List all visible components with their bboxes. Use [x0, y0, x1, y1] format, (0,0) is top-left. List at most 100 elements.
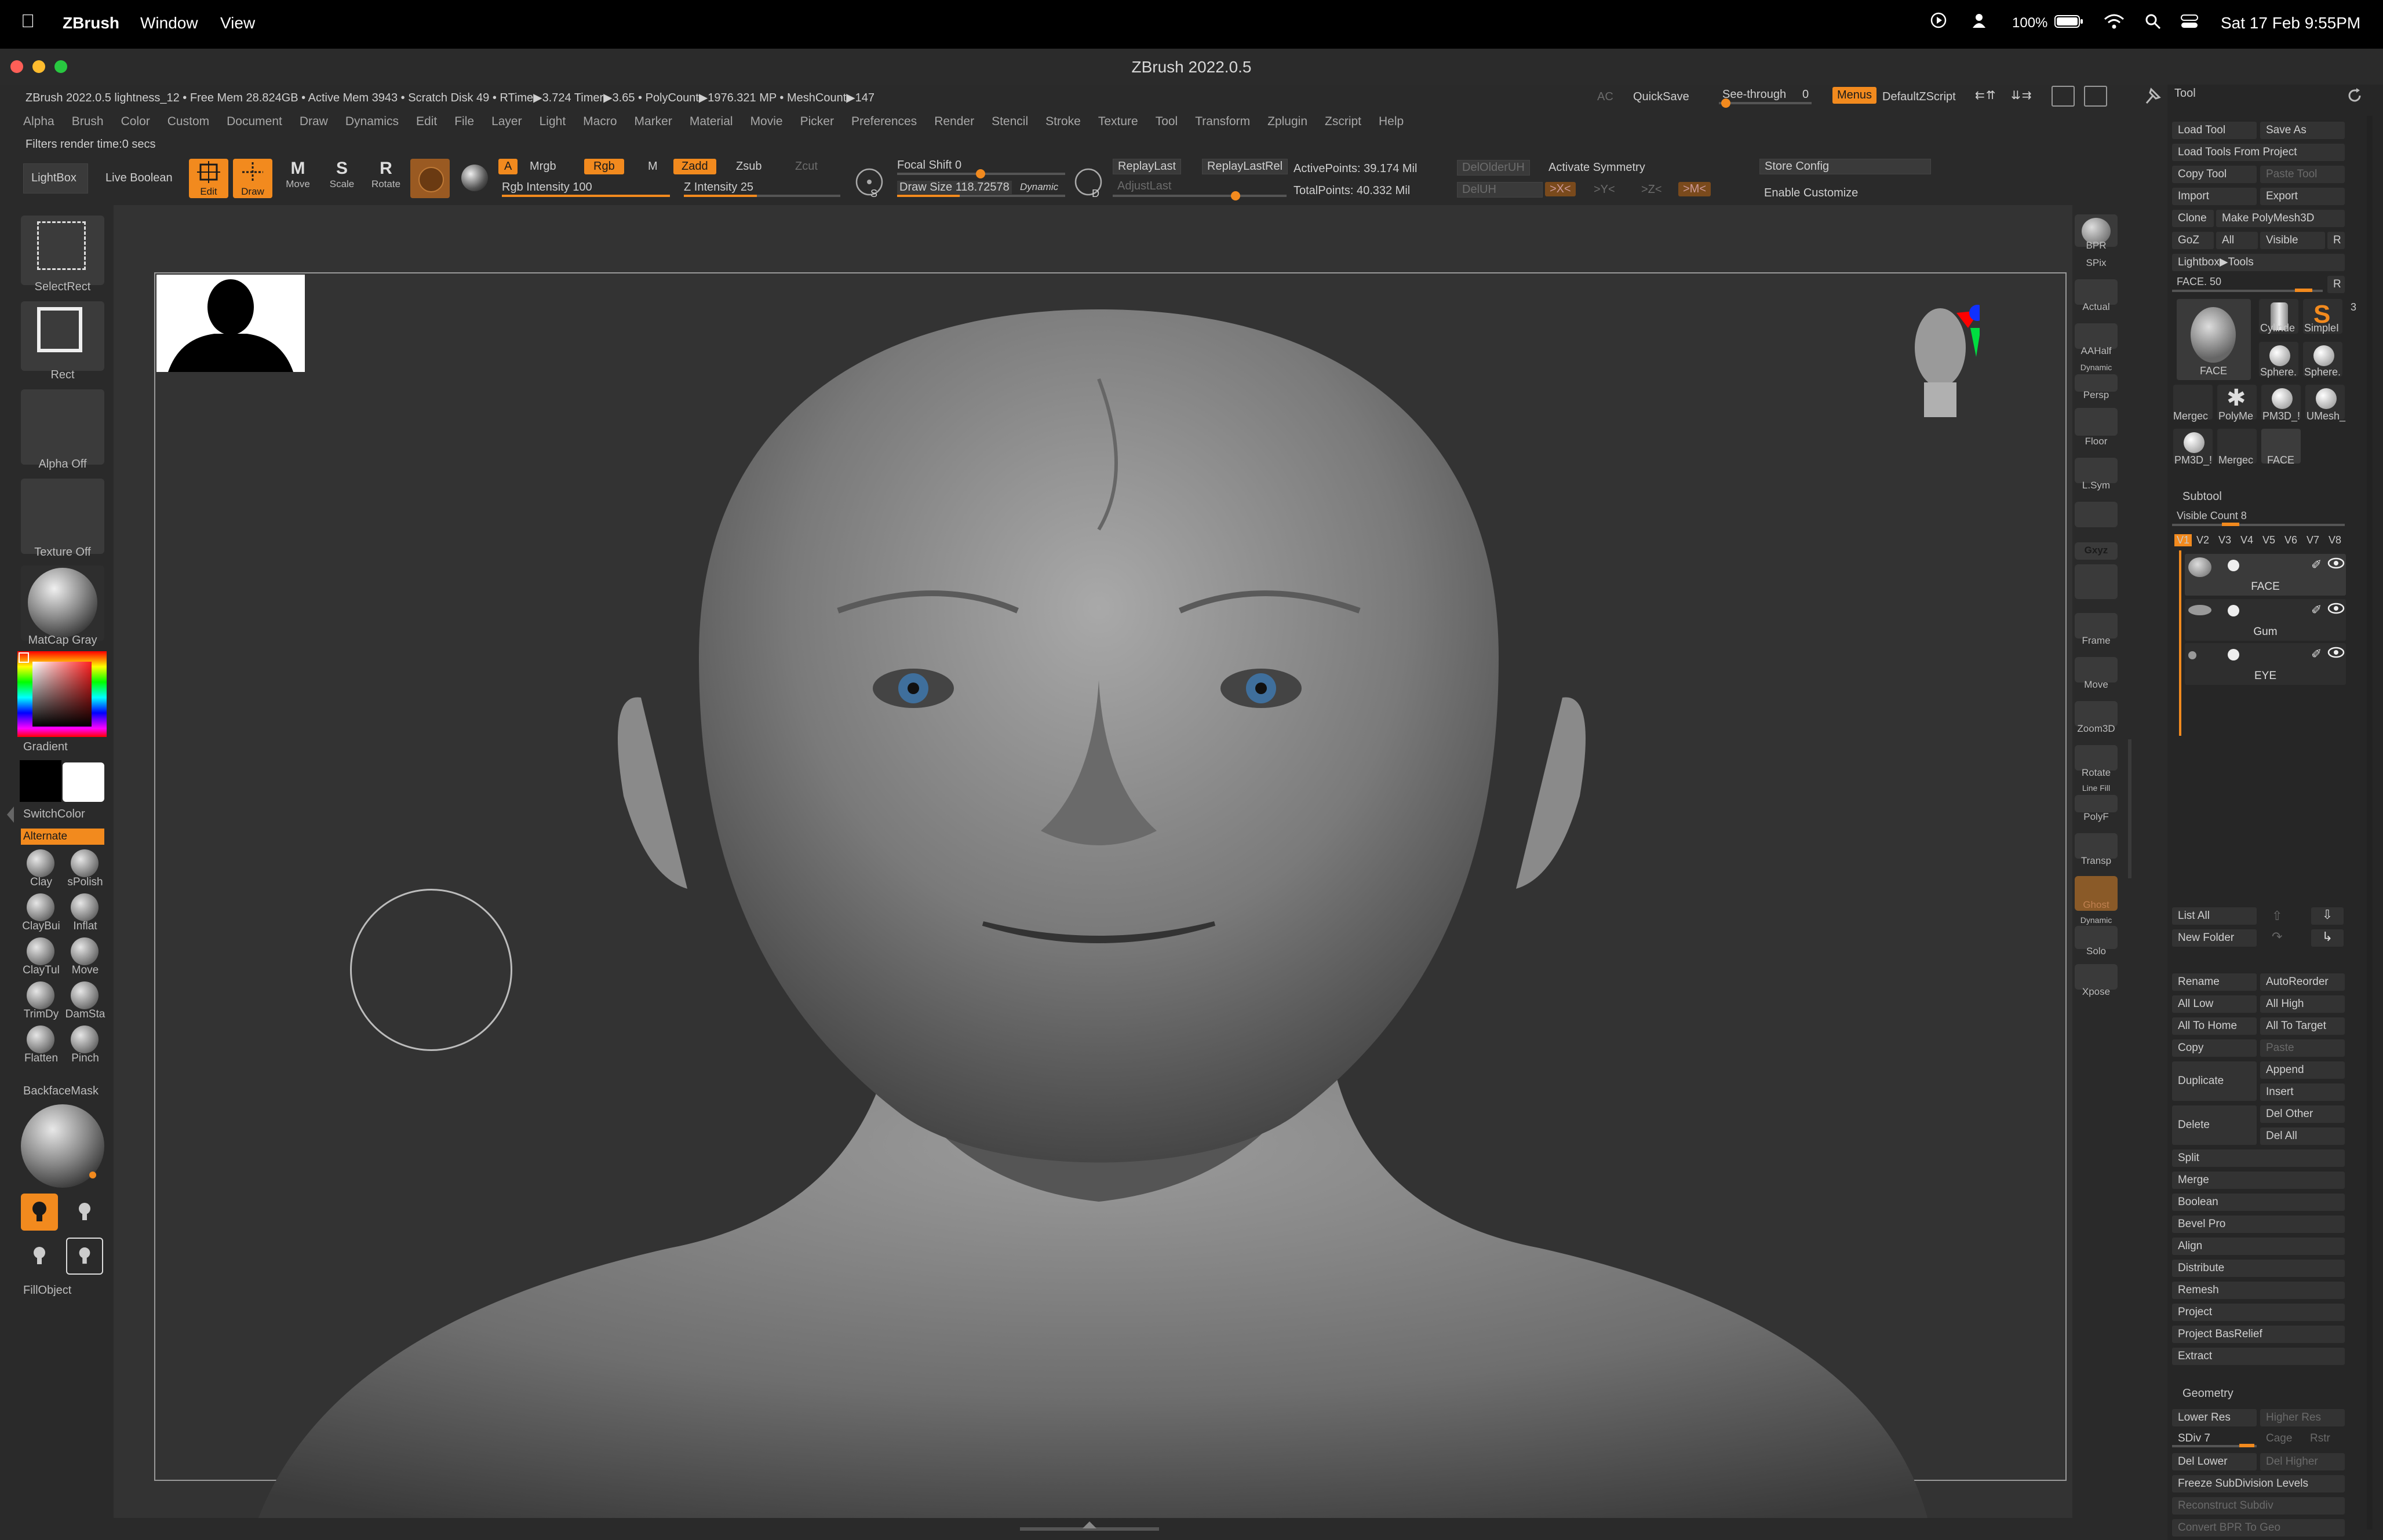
duplicate-button[interactable]: Duplicate [2172, 1061, 2257, 1101]
rotate-axis-icon[interactable] [2075, 564, 2118, 599]
texture-swatch[interactable] [456, 159, 495, 198]
sym-x-toggle[interactable]: >X< [1545, 182, 1576, 196]
quicksave-button[interactable]: QuickSave [1633, 90, 1689, 104]
alternate-button[interactable]: Alternate [21, 829, 104, 845]
load-tools-from-project-button[interactable]: Load Tools From Project [2172, 144, 2345, 161]
export-button[interactable]: Export [2260, 188, 2345, 205]
menu-stroke[interactable]: Stroke [1045, 115, 1081, 128]
menubar-clock[interactable]: Sat 17 Feb 9:55PM [2221, 14, 2360, 32]
zadd-toggle[interactable]: Zadd [673, 159, 716, 174]
dock-palette-icon[interactable] [2084, 86, 2107, 107]
brush-flatten-icon[interactable] [27, 1026, 54, 1053]
see-through-slider[interactable] [1719, 102, 1812, 104]
menu-dynamics[interactable]: Dynamics [345, 115, 399, 128]
tool-palette-title[interactable]: Tool [2174, 87, 2196, 100]
ac-label[interactable]: AC [1597, 90, 1613, 104]
copy-tool-button[interactable]: Copy Tool [2172, 166, 2257, 183]
activate-symmetry-button[interactable]: Activate Symmetry [1548, 161, 1645, 174]
subtool-gum-toggle[interactable] [2228, 605, 2239, 616]
navigation-gizmo[interactable] [1910, 295, 1985, 429]
backface-mask-button[interactable]: BackfaceMask [23, 1085, 99, 1098]
wifi-icon[interactable] [2104, 13, 2125, 34]
subtool-row-gum[interactable]: ✐ Gum [2185, 599, 2346, 641]
lock-icon[interactable] [2075, 502, 2118, 527]
paste-subtool-button[interactable]: Paste [2260, 1039, 2345, 1057]
dynamic-solo-label[interactable]: Dynamic [2070, 915, 2122, 925]
m-toggle[interactable]: M [648, 160, 658, 173]
brush-clay-icon[interactable] [27, 849, 54, 877]
brush-move-icon[interactable] [71, 937, 99, 965]
cage-button[interactable]: Cage [2260, 1430, 2301, 1447]
spotlight-search-icon[interactable] [2144, 13, 2162, 34]
left-tray-collapse-icon[interactable] [7, 807, 14, 823]
secondary-color-swatch[interactable] [63, 762, 104, 802]
menu-file[interactable]: File [454, 115, 474, 128]
zoom-window-button[interactable] [54, 60, 67, 73]
reconstruct-subdiv-button[interactable]: Reconstruct Subdiv [2172, 1497, 2345, 1515]
menu-layer[interactable]: Layer [491, 115, 522, 128]
subtool-row-eye[interactable]: ✐ EYE [2185, 643, 2346, 685]
enable-customize-button[interactable]: Enable Customize [1764, 187, 1858, 200]
default-zscript[interactable]: DefaultZScript [1882, 90, 1956, 104]
menu-movie[interactable]: Movie [750, 115, 783, 128]
scale-button[interactable]: S Scale [322, 159, 362, 198]
subtool-header[interactable]: Subtool [2182, 490, 2222, 503]
goz-all-button[interactable]: All [2216, 232, 2258, 249]
menu-custom[interactable]: Custom [167, 115, 209, 128]
menu-edit[interactable]: Edit [416, 115, 437, 128]
boolean-button[interactable]: Boolean [2172, 1194, 2345, 1211]
rotate-button[interactable]: R Rotate [366, 159, 406, 198]
remesh-button[interactable]: Remesh [2172, 1282, 2345, 1299]
lower-res-button[interactable]: Lower Res [2172, 1409, 2257, 1426]
goz-button[interactable]: GoZ [2172, 232, 2214, 249]
focal-shift-knob[interactable] [976, 169, 985, 178]
subtool-eye-brush-icon[interactable]: ✐ [2311, 647, 2322, 662]
replay-last-button[interactable]: ReplayLast [1113, 159, 1182, 174]
all-high-button[interactable]: All High [2260, 995, 2345, 1013]
close-window-button[interactable] [10, 60, 23, 73]
palette-arrows-left-icon[interactable]: ⇇⇈ [1975, 88, 1997, 103]
brush-trimdynamic-icon[interactable] [27, 981, 54, 1009]
adjust-last-knob[interactable] [1231, 191, 1240, 200]
document-canvas[interactable] [114, 205, 2072, 1518]
subtool-eye-toggle[interactable] [2228, 649, 2239, 660]
edit-button[interactable]: Edit [189, 159, 228, 198]
brush-pinch-icon[interactable] [71, 1026, 99, 1053]
primary-color-swatch[interactable] [20, 760, 61, 802]
save-as-button[interactable]: Save As [2260, 122, 2345, 139]
menu-marker[interactable]: Marker [635, 115, 672, 128]
menu-window[interactable]: Window [140, 14, 198, 32]
subtool-face-brush-icon[interactable]: ✐ [2311, 557, 2322, 572]
extract-button[interactable]: Extract [2172, 1348, 2345, 1365]
rect-swatch[interactable] [21, 301, 104, 371]
del-older-uh-button[interactable]: DelOlderUH [1457, 160, 1530, 176]
minimize-window-button[interactable] [32, 60, 45, 73]
floor-button[interactable] [2075, 408, 2118, 436]
color-picker[interactable] [17, 651, 107, 737]
align-button[interactable]: Align [2172, 1238, 2345, 1255]
alpha-swatch[interactable] [21, 389, 104, 465]
gradient-label[interactable]: Gradient [23, 740, 68, 754]
copy-subtool-button[interactable]: Copy [2172, 1039, 2257, 1057]
tool-palette-scrollbar[interactable] [2367, 116, 2373, 1530]
lightbox-tools-button[interactable]: Lightbox▶Tools [2172, 254, 2345, 271]
higher-res-button[interactable]: Higher Res [2260, 1409, 2345, 1426]
control-center-icon[interactable] [2180, 13, 2199, 34]
play-icon[interactable] [1930, 12, 1947, 33]
menu-light[interactable]: Light [540, 115, 566, 128]
sym-y-toggle[interactable]: >Y< [1594, 183, 1615, 196]
make-polymesh3d-button[interactable]: Make PolyMesh3D [2216, 210, 2345, 227]
brush-claybuildup-icon[interactable] [27, 893, 54, 921]
replay-last-rel-button[interactable]: ReplayLastRel [1202, 159, 1288, 174]
draw-size-icon[interactable]: D [1071, 165, 1106, 202]
line-fill-label[interactable]: Line Fill [2070, 783, 2122, 793]
adjust-last-track[interactable] [1113, 195, 1287, 197]
version-v3[interactable]: V3 [2218, 534, 2231, 546]
switch-color-button[interactable]: SwitchColor [23, 808, 85, 821]
rename-button[interactable]: Rename [2172, 973, 2257, 991]
all-low-button[interactable]: All Low [2172, 995, 2257, 1013]
dynamic-persp-label[interactable]: Dynamic [2070, 363, 2122, 372]
a-toggle[interactable]: A [498, 159, 518, 174]
version-v6[interactable]: V6 [2284, 534, 2297, 546]
menu-material[interactable]: Material [690, 115, 733, 128]
